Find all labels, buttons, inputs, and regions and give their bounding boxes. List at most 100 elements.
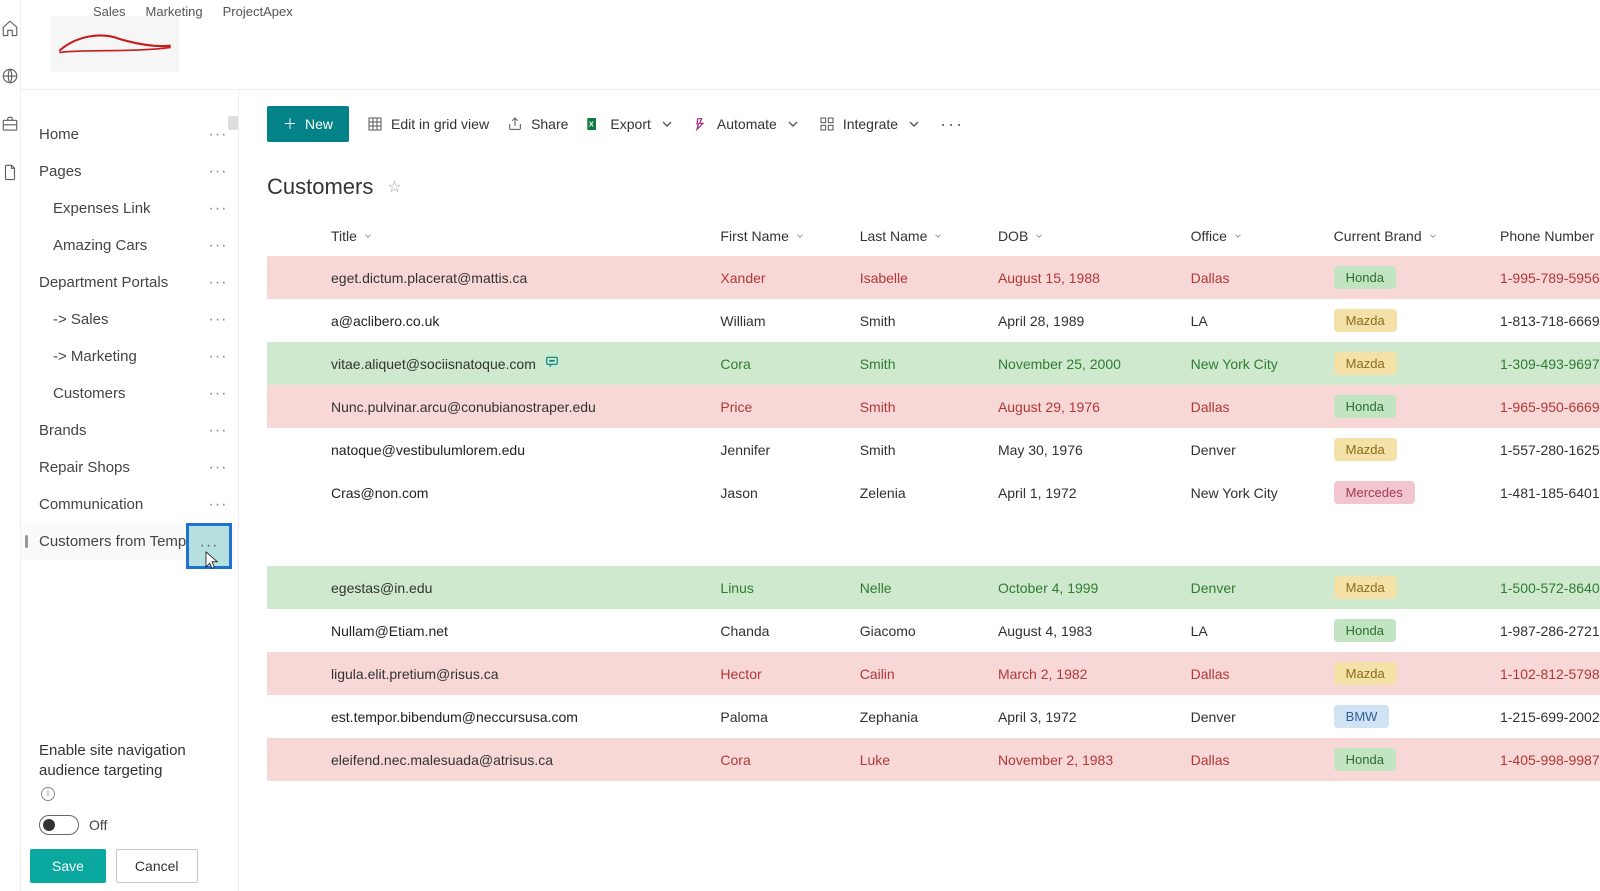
column-header[interactable]: Phone Number <box>1492 218 1600 256</box>
cell-selector[interactable] <box>267 566 323 609</box>
brand-pill: Honda <box>1334 619 1396 642</box>
nav-item-more-icon[interactable]: ··· <box>206 164 230 180</box>
cell-brand: Honda <box>1326 738 1492 781</box>
nav-label: Expenses Link <box>53 200 151 217</box>
cell-brand: Honda <box>1326 256 1492 299</box>
cell-first: Chanda <box>712 609 851 652</box>
cell-selector[interactable] <box>267 385 323 428</box>
nav-item[interactable]: Repair Shops··· <box>21 449 238 486</box>
cell-last: Smith <box>852 299 990 342</box>
file-icon[interactable] <box>0 162 20 182</box>
cell-selector[interactable] <box>267 342 323 385</box>
top-tab[interactable]: ProjectApex <box>223 2 293 21</box>
cell-selector[interactable] <box>267 609 323 652</box>
table-row[interactable]: Nunc.pulvinar.arcu@conubianostraper.eduP… <box>267 385 1600 428</box>
cell-title: eleifend.nec.malesuada@atrisus.ca <box>323 738 712 781</box>
table-row[interactable]: Cras@non.comJasonZeleniaApril 1, 1972New… <box>267 471 1600 514</box>
table-row[interactable]: ligula.elit.pretium@risus.caHectorCailin… <box>267 652 1600 695</box>
column-header[interactable]: DOB <box>990 218 1183 256</box>
nav-item[interactable]: Home··· <box>21 116 238 153</box>
nav-item-more-icon[interactable]: ··· <box>206 423 230 439</box>
nav-item[interactable]: Pages··· <box>21 153 238 190</box>
cell-title: ligula.elit.pretium@risus.ca <box>323 652 712 695</box>
nav-item-more-icon[interactable]: ··· <box>206 127 230 143</box>
cell-selector[interactable] <box>267 695 323 738</box>
briefcase-icon[interactable] <box>0 114 20 134</box>
info-icon[interactable]: i <box>41 787 55 801</box>
cell-title: Cras@non.com <box>323 471 712 514</box>
table-row[interactable]: Nullam@Etiam.netChandaGiacomoAugust 4, 1… <box>267 609 1600 652</box>
nav-item[interactable]: Expenses Link ··· <box>21 190 238 227</box>
nav-item[interactable]: Communication··· <box>21 486 238 523</box>
nav-item-more-icon[interactable]: ··· <box>206 386 230 402</box>
more-commands-icon[interactable]: ··· <box>940 114 964 135</box>
column-header[interactable]: Current Brand <box>1326 218 1492 256</box>
nav-item[interactable]: -> Marketing··· <box>21 338 238 375</box>
toggle-state-label: Off <box>89 817 107 833</box>
table-row[interactable]: est.tempor.bibendum@neccursusa.comPaloma… <box>267 695 1600 738</box>
home-icon[interactable] <box>0 18 20 38</box>
column-header[interactable] <box>267 218 323 256</box>
comment-icon[interactable] <box>544 356 560 372</box>
column-header[interactable]: First Name <box>712 218 851 256</box>
plus-icon: ＋ <box>283 114 297 134</box>
top-tab[interactable]: Sales <box>93 2 126 21</box>
nav-item-more-icon[interactable]: ··· <box>206 349 230 365</box>
cell-last: Smith <box>852 385 990 428</box>
nav-item-more-icon[interactable]: ··· <box>206 238 230 254</box>
table-row[interactable]: a@aclibero.co.ukWilliamSmithApril 28, 19… <box>267 299 1600 342</box>
edit-grid-button[interactable]: Edit in grid view <box>367 116 489 132</box>
cancel-button[interactable]: Cancel <box>116 849 198 883</box>
nav-item-more-highlighted[interactable]: ··· <box>186 523 232 569</box>
cell-selector[interactable] <box>267 471 323 514</box>
table-row[interactable]: eget.dictum.placerat@mattis.caXanderIsab… <box>267 256 1600 299</box>
nav-item-more-icon[interactable]: ··· <box>206 497 230 513</box>
nav-item[interactable]: Department Portals··· <box>21 264 238 301</box>
nav-item[interactable]: Amazing Cars ··· <box>21 227 238 264</box>
share-button[interactable]: Share <box>507 116 568 132</box>
column-header[interactable]: Last Name <box>852 218 990 256</box>
cell-selector[interactable] <box>267 299 323 342</box>
nav-item[interactable]: Brands··· <box>21 412 238 449</box>
nav-item-more-icon[interactable]: ··· <box>206 460 230 476</box>
nav-item-more-icon[interactable]: ··· <box>206 275 230 291</box>
brand-pill: Honda <box>1334 395 1396 418</box>
cell-brand: Mazda <box>1326 566 1492 609</box>
integrate-button[interactable]: Integrate <box>819 116 922 132</box>
cell-selector[interactable] <box>267 256 323 299</box>
cell-last: Smith <box>852 428 990 471</box>
cell-selector[interactable] <box>267 428 323 471</box>
cell-office: Denver <box>1183 428 1326 471</box>
export-button[interactable]: X Export <box>586 116 674 132</box>
table-row[interactable]: egestas@in.eduLinusNelleOctober 4, 1999D… <box>267 566 1600 609</box>
cell-selector[interactable] <box>267 652 323 695</box>
automate-button[interactable]: Automate <box>693 116 801 132</box>
column-header[interactable]: Office <box>1183 218 1326 256</box>
globe-icon[interactable] <box>0 66 20 86</box>
table-row[interactable]: vitae.aliquet@sociisnatoque.com CoraSmit… <box>267 342 1600 385</box>
nav-item[interactable]: Customers from Template··· <box>21 523 238 560</box>
nav-item[interactable]: Customers··· <box>21 375 238 412</box>
cell-first: Linus <box>712 566 851 609</box>
cell-dob: April 28, 1989 <box>990 299 1183 342</box>
cell-phone: 1-405-998-9987 <box>1492 738 1600 781</box>
favorite-star-icon[interactable]: ☆ <box>387 177 401 197</box>
table-row[interactable]: eleifend.nec.malesuada@atrisus.caCoraLuk… <box>267 738 1600 781</box>
nav-item[interactable]: -> Sales··· <box>21 301 238 338</box>
brand-pill: Mercedes <box>1334 481 1415 504</box>
cell-selector[interactable] <box>267 738 323 781</box>
cell-office: LA <box>1183 299 1326 342</box>
cell-office: Dallas <box>1183 385 1326 428</box>
site-logo[interactable] <box>51 16 179 72</box>
column-header[interactable]: Title <box>323 218 712 256</box>
save-button[interactable]: Save <box>30 849 106 883</box>
customers-table: TitleFirst NameLast NameDOBOfficeCurrent… <box>267 218 1600 781</box>
top-tab[interactable]: Marketing <box>146 2 203 21</box>
table-row[interactable]: natoque@vestibulumlorem.eduJenniferSmith… <box>267 428 1600 471</box>
nav-item-more-icon[interactable]: ··· <box>206 201 230 217</box>
new-button[interactable]: ＋ New <box>267 106 349 142</box>
nav-item-more-icon[interactable]: ··· <box>206 312 230 328</box>
cell-last: Nelle <box>852 566 990 609</box>
audience-toggle[interactable] <box>39 815 79 835</box>
nav-label: Amazing Cars <box>53 237 147 254</box>
